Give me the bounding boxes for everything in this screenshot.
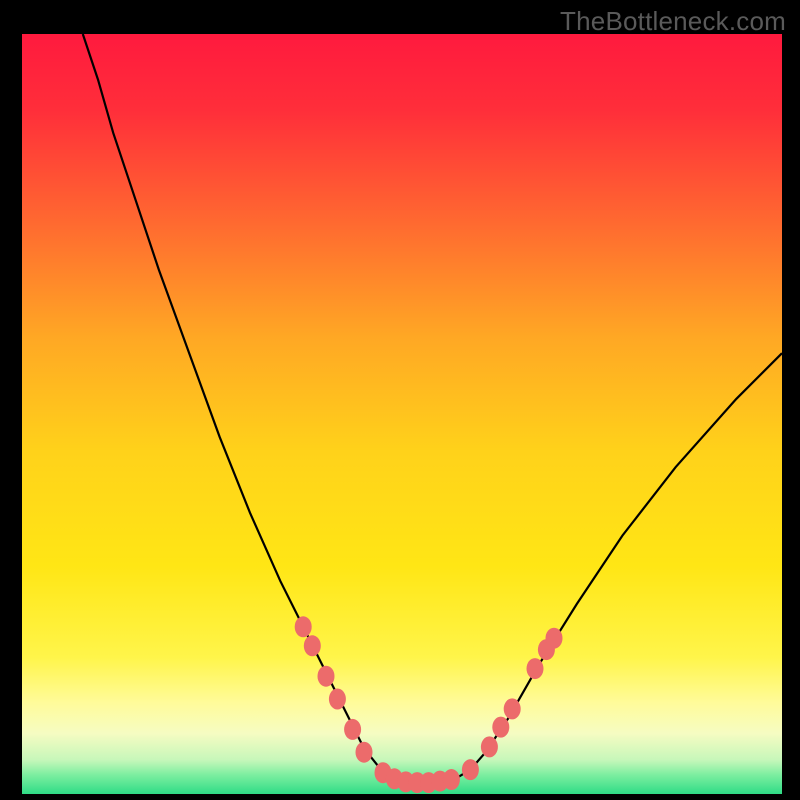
- data-point: [318, 666, 335, 687]
- data-point: [443, 769, 460, 790]
- gradient-background: [22, 34, 782, 794]
- data-point: [304, 635, 321, 656]
- chart-frame: TheBottleneck.com: [0, 0, 800, 800]
- data-point: [504, 698, 521, 719]
- data-point: [462, 759, 479, 780]
- data-point: [527, 658, 544, 679]
- watermark-text: TheBottleneck.com: [560, 6, 786, 37]
- data-point: [356, 742, 373, 763]
- plot-svg: [22, 34, 782, 794]
- data-point: [329, 689, 346, 710]
- data-point: [492, 717, 509, 738]
- data-point: [295, 616, 312, 637]
- data-point: [546, 628, 563, 649]
- data-point: [344, 719, 361, 740]
- plot-area: [22, 34, 782, 794]
- data-point: [481, 736, 498, 757]
